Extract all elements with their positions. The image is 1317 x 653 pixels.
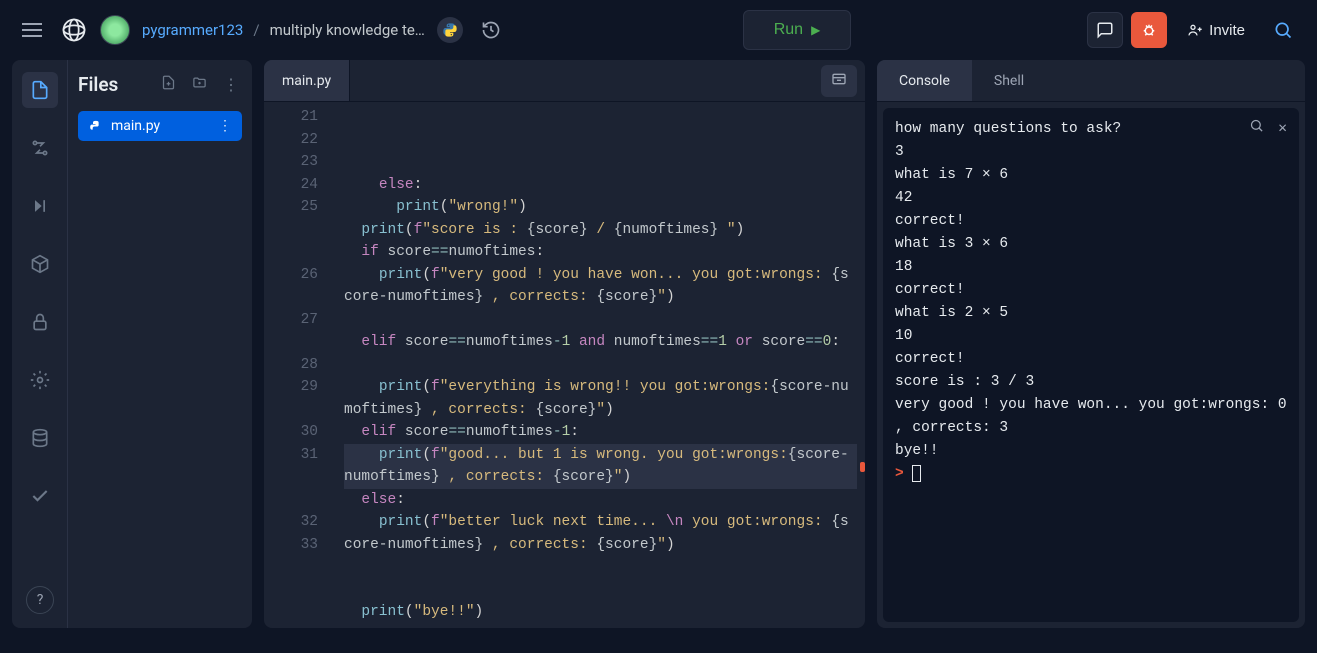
chat-icon[interactable] bbox=[1087, 12, 1123, 48]
console-tabs: Console Shell bbox=[877, 60, 1305, 102]
replit-logo-icon[interactable] bbox=[60, 16, 88, 44]
console-search-icon[interactable] bbox=[1249, 118, 1264, 142]
markdown-preview-icon[interactable] bbox=[821, 65, 857, 97]
console-line: very good ! you have won... you got:wron… bbox=[895, 394, 1287, 440]
settings-icon[interactable] bbox=[22, 362, 58, 398]
python-file-icon bbox=[88, 119, 103, 134]
database-icon[interactable] bbox=[22, 420, 58, 456]
console-clear-icon[interactable]: ✕ bbox=[1278, 118, 1287, 142]
invite-icon bbox=[1187, 22, 1203, 38]
console-panel: Console Shell ✕ how many questions to as… bbox=[877, 60, 1305, 628]
editor-tabs: main.py bbox=[264, 60, 865, 102]
tab-shell[interactable]: Shell bbox=[972, 60, 1046, 101]
history-icon[interactable] bbox=[475, 14, 507, 46]
sidebar: Files ⋮ main.py ⋮ ? bbox=[12, 60, 252, 628]
invite-label: Invite bbox=[1209, 22, 1245, 39]
breadcrumb-project[interactable]: multiply knowledge te… bbox=[270, 21, 425, 39]
console-line: what is 2 × 5 bbox=[895, 302, 1287, 325]
python-icon bbox=[437, 17, 463, 43]
new-file-icon[interactable] bbox=[158, 72, 179, 97]
console-line: 18 bbox=[895, 256, 1287, 279]
console-line: correct! bbox=[895, 348, 1287, 371]
files-tool-icon[interactable] bbox=[22, 72, 58, 108]
invite-button[interactable]: Invite bbox=[1175, 14, 1257, 47]
console-line: what is 7 × 6 bbox=[895, 164, 1287, 187]
console-line: 3 bbox=[895, 141, 1287, 164]
secrets-icon[interactable] bbox=[22, 304, 58, 340]
console-line: score is : 3 / 3 bbox=[895, 371, 1287, 394]
console-line: 42 bbox=[895, 187, 1287, 210]
play-icon: ▶ bbox=[811, 23, 820, 37]
breadcrumb: pygrammer123 / multiply knowledge te… bbox=[142, 21, 425, 39]
bug-icon[interactable] bbox=[1131, 12, 1167, 48]
tool-column bbox=[12, 60, 68, 628]
line-gutter: 2122232425 26 27 2829 3031 3233 bbox=[264, 102, 336, 628]
console-line: 10 bbox=[895, 325, 1287, 348]
debugger-icon[interactable] bbox=[22, 188, 58, 224]
version-control-icon[interactable] bbox=[22, 130, 58, 166]
code-editor[interactable]: 2122232425 26 27 2829 3031 3233 else: pr… bbox=[264, 102, 865, 628]
search-icon[interactable] bbox=[1265, 12, 1301, 48]
run-label: Run bbox=[774, 21, 803, 39]
file-more-icon[interactable]: ⋮ bbox=[218, 118, 232, 134]
file-panel: Files ⋮ main.py ⋮ bbox=[68, 60, 252, 628]
tab-console[interactable]: Console bbox=[877, 60, 972, 101]
files-title: Files bbox=[78, 73, 148, 96]
breadcrumb-user[interactable]: pygrammer123 bbox=[142, 21, 243, 39]
top-bar: pygrammer123 / multiply knowledge te… Ru… bbox=[0, 0, 1317, 60]
console-line: how many questions to ask? bbox=[895, 118, 1287, 141]
console-line: correct! bbox=[895, 210, 1287, 233]
new-folder-icon[interactable] bbox=[189, 72, 210, 97]
prompt-caret: > bbox=[895, 466, 904, 482]
menu-icon[interactable] bbox=[16, 17, 48, 43]
file-name: main.py bbox=[111, 118, 160, 134]
avatar[interactable] bbox=[100, 15, 130, 45]
run-button[interactable]: Run ▶ bbox=[743, 10, 852, 50]
file-item-main[interactable]: main.py ⋮ bbox=[78, 111, 242, 141]
console-output[interactable]: ✕ how many questions to ask?3what is 7 ×… bbox=[883, 108, 1299, 622]
tab-main-py[interactable]: main.py bbox=[264, 60, 350, 101]
help-icon[interactable]: ? bbox=[26, 586, 54, 614]
code-content[interactable]: else: print("wrong!") print(f"score is :… bbox=[336, 102, 865, 628]
console-line: what is 3 × 6 bbox=[895, 233, 1287, 256]
check-icon[interactable] bbox=[22, 478, 58, 514]
more-icon[interactable]: ⋮ bbox=[220, 72, 242, 97]
console-line: bye!! bbox=[895, 440, 1287, 463]
packages-icon[interactable] bbox=[22, 246, 58, 282]
scroll-marker bbox=[860, 462, 865, 472]
breadcrumb-separator: / bbox=[253, 21, 259, 39]
editor-panel: main.py 2122232425 26 27 2829 3031 3233 … bbox=[264, 60, 865, 628]
prompt-cursor bbox=[912, 465, 921, 482]
console-line: correct! bbox=[895, 279, 1287, 302]
